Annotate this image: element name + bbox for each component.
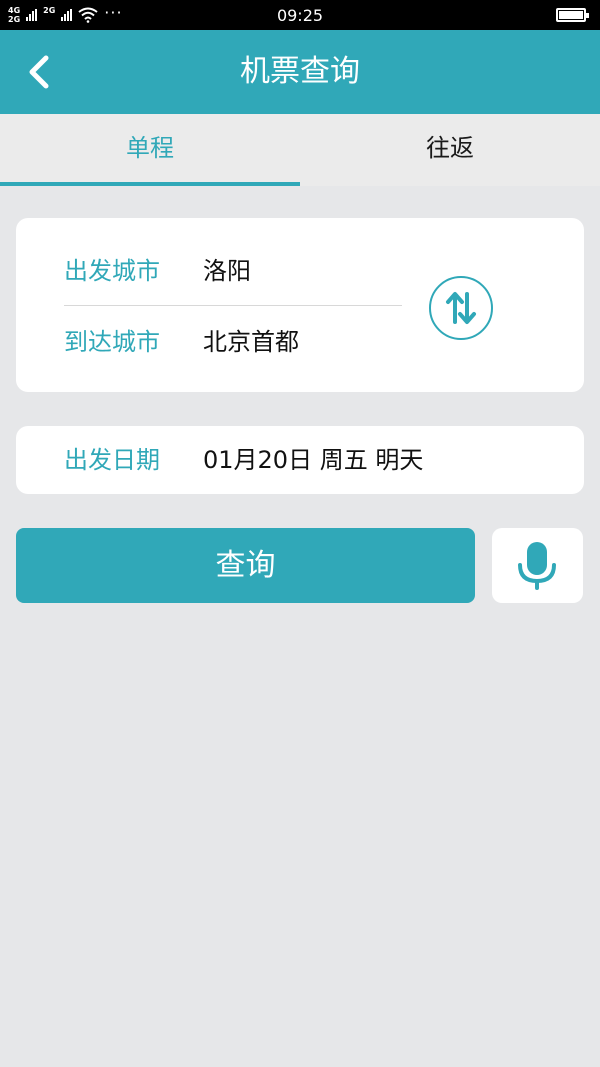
tab-indicator (0, 182, 300, 186)
departure-city-label: 出发城市 (64, 257, 160, 285)
departure-date-label: 出发日期 (64, 446, 160, 474)
swap-vertical-icon (446, 292, 476, 324)
voice-search-button[interactable] (492, 528, 583, 603)
app-header: 机票查询 (0, 30, 600, 114)
divider (64, 305, 402, 306)
tab-round-trip[interactable]: 往返 (300, 114, 600, 186)
tab-one-way[interactable]: 单程 (0, 114, 300, 186)
swap-cities-button[interactable] (429, 276, 493, 340)
city-selection-card: 出发城市 洛阳 到达城市 北京首都 (16, 218, 584, 392)
trip-type-tabs: 单程 往返 (0, 114, 600, 186)
departure-date-card[interactable]: 出发日期 01月20日 周五 明天 (16, 426, 584, 494)
microphone-icon (518, 542, 556, 590)
search-button[interactable]: 查询 (16, 528, 475, 603)
clock: 09:25 (276, 6, 324, 25)
battery-icon (556, 8, 589, 22)
status-bar: 4G 2G 2G ··· 09:25 (0, 0, 600, 30)
departure-city-field[interactable]: 洛阳 (203, 255, 251, 287)
departure-date-value: 01月20日 周五 明天 (203, 446, 424, 474)
arrival-city-field[interactable]: 北京首都 (203, 326, 299, 358)
page-title: 机票查询 (240, 54, 360, 89)
arrival-city-label: 到达城市 (64, 328, 160, 356)
